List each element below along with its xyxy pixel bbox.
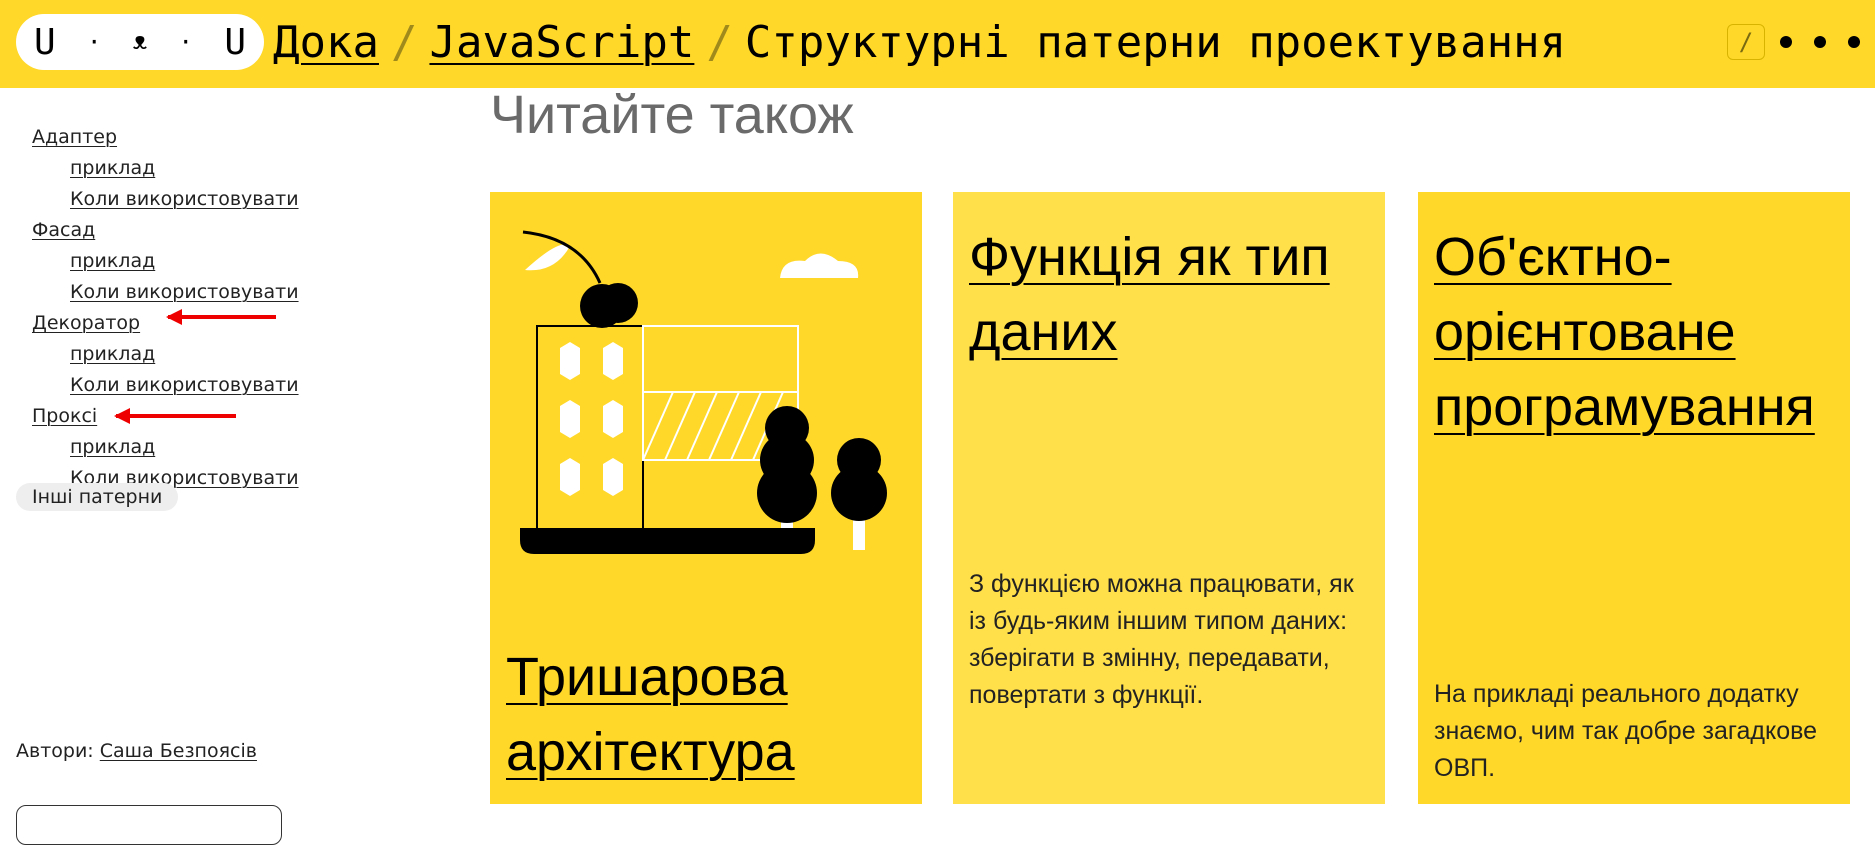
dot-icon: [1848, 36, 1860, 48]
architecture-illustration: [520, 230, 887, 554]
toc-subitem-example[interactable]: приклад: [70, 157, 155, 179]
site-logo[interactable]: U · ᴥ · U: [16, 14, 264, 70]
card-title-link[interactable]: Об'єктно-орієнтоване програмування: [1434, 227, 1815, 437]
card-title-wrap: Тришарова архітектура: [506, 640, 906, 790]
toc-item-facade[interactable]: Фасад: [32, 219, 95, 241]
toc-subitem-example[interactable]: приклад: [70, 343, 155, 365]
card-title-link[interactable]: Функція як тип даних: [969, 227, 1330, 362]
annotation-arrow: [166, 309, 276, 325]
toc-item-decorator[interactable]: Декоратор: [32, 312, 140, 334]
breadcrumb-doka[interactable]: Дока: [273, 17, 379, 68]
card-title-link[interactable]: Тришарова архітектура: [506, 647, 795, 782]
logo-letter: U: [224, 21, 246, 63]
logo-dot: ·: [87, 28, 102, 56]
toc-subitem-when-to-use[interactable]: Коли використовувати: [70, 374, 299, 396]
authors-line: Автори: Саша Безпоясів: [16, 740, 257, 762]
toc-item-other-patterns[interactable]: Інші патерни: [16, 483, 179, 511]
card-title-wrap: Об'єктно-орієнтоване програмування: [1434, 220, 1850, 445]
card-description: З функцією можна працювати, як із будь-я…: [969, 570, 1354, 709]
annotation-arrow: [114, 408, 236, 424]
top-header: U · ᴥ · U Дока / JavaScript / Структурні…: [0, 0, 1875, 88]
toc-subitem-when-to-use[interactable]: Коли використовувати: [70, 188, 299, 210]
dot-icon: [1780, 36, 1792, 48]
toc-subitem-example[interactable]: приклад: [70, 436, 155, 458]
article-card[interactable]: Тришарова архітектура: [490, 192, 922, 804]
toc-item-proxy[interactable]: Проксі: [32, 405, 97, 427]
article-card[interactable]: Функція як тип даних З функцією можна пр…: [953, 192, 1385, 804]
page-title: Структурні патерни проектування: [744, 16, 1567, 68]
breadcrumb-separator: /: [706, 16, 733, 68]
search-shortcut-button[interactable]: /: [1727, 24, 1765, 60]
sidebar-action-box[interactable]: [16, 805, 282, 845]
toc-item-adapter[interactable]: Адаптер: [32, 126, 117, 148]
card-description: На прикладі реального додатку знаємо, чи…: [1434, 680, 1818, 782]
logo-letter: U: [34, 21, 56, 63]
more-menu-button[interactable]: [1780, 26, 1860, 58]
card-title-wrap: Функція як тип даних: [969, 220, 1369, 370]
breadcrumb: Дока / JavaScript / Структурні патерни п…: [273, 10, 1566, 74]
article-card[interactable]: Об'єктно-орієнтоване програмування На пр…: [1418, 192, 1850, 804]
toc-subitem-example[interactable]: приклад: [70, 250, 155, 272]
author-link[interactable]: Саша Безпоясів: [100, 740, 257, 762]
logo-nose: ᴥ: [132, 27, 148, 55]
section-heading: Читайте також: [490, 85, 854, 145]
toc-subitem-when-to-use[interactable]: Коли використовувати: [70, 281, 299, 303]
logo-dot: ·: [178, 28, 193, 56]
breadcrumb-separator: /: [390, 16, 418, 68]
authors-label: Автори:: [16, 740, 94, 762]
dot-icon: [1814, 36, 1826, 48]
breadcrumb-javascript[interactable]: JavaScript: [429, 17, 694, 68]
